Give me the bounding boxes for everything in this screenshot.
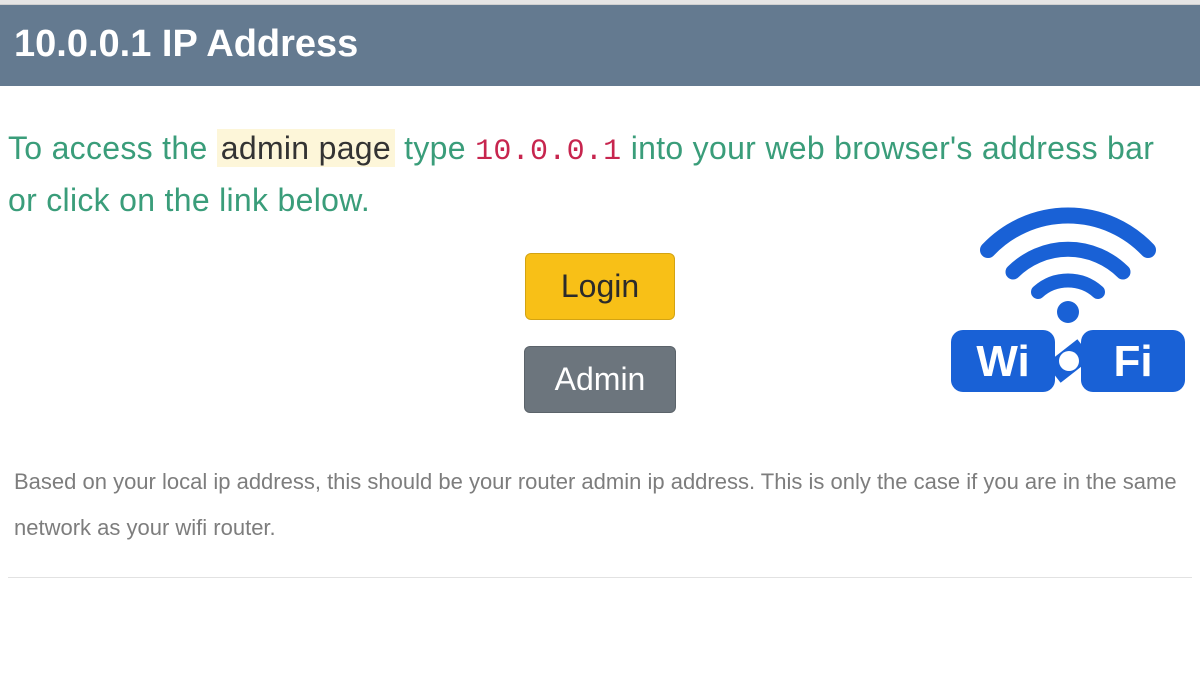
- highlight-admin-page: admin page: [217, 129, 395, 167]
- ip-address-code: 10.0.0.1: [475, 135, 621, 169]
- divider: [8, 577, 1192, 578]
- login-button[interactable]: Login: [525, 253, 675, 320]
- wifi-text-left: Wi: [976, 337, 1029, 386]
- wifi-icon: Wi Fi: [943, 200, 1193, 400]
- instruction-pre: To access the: [8, 130, 217, 166]
- wifi-logo: Wi Fi: [938, 200, 1198, 405]
- admin-button[interactable]: Admin: [524, 346, 677, 413]
- instruction-mid: type: [395, 130, 475, 166]
- page-header: 10.0.0.1 IP Address: [0, 5, 1200, 86]
- page-title: 10.0.0.1 IP Address: [14, 23, 1186, 66]
- footer-note: Based on your local ip address, this sho…: [8, 459, 1192, 551]
- wifi-text-right: Fi: [1113, 337, 1152, 386]
- main-content: To access the admin page type 10.0.0.1 i…: [0, 86, 1200, 578]
